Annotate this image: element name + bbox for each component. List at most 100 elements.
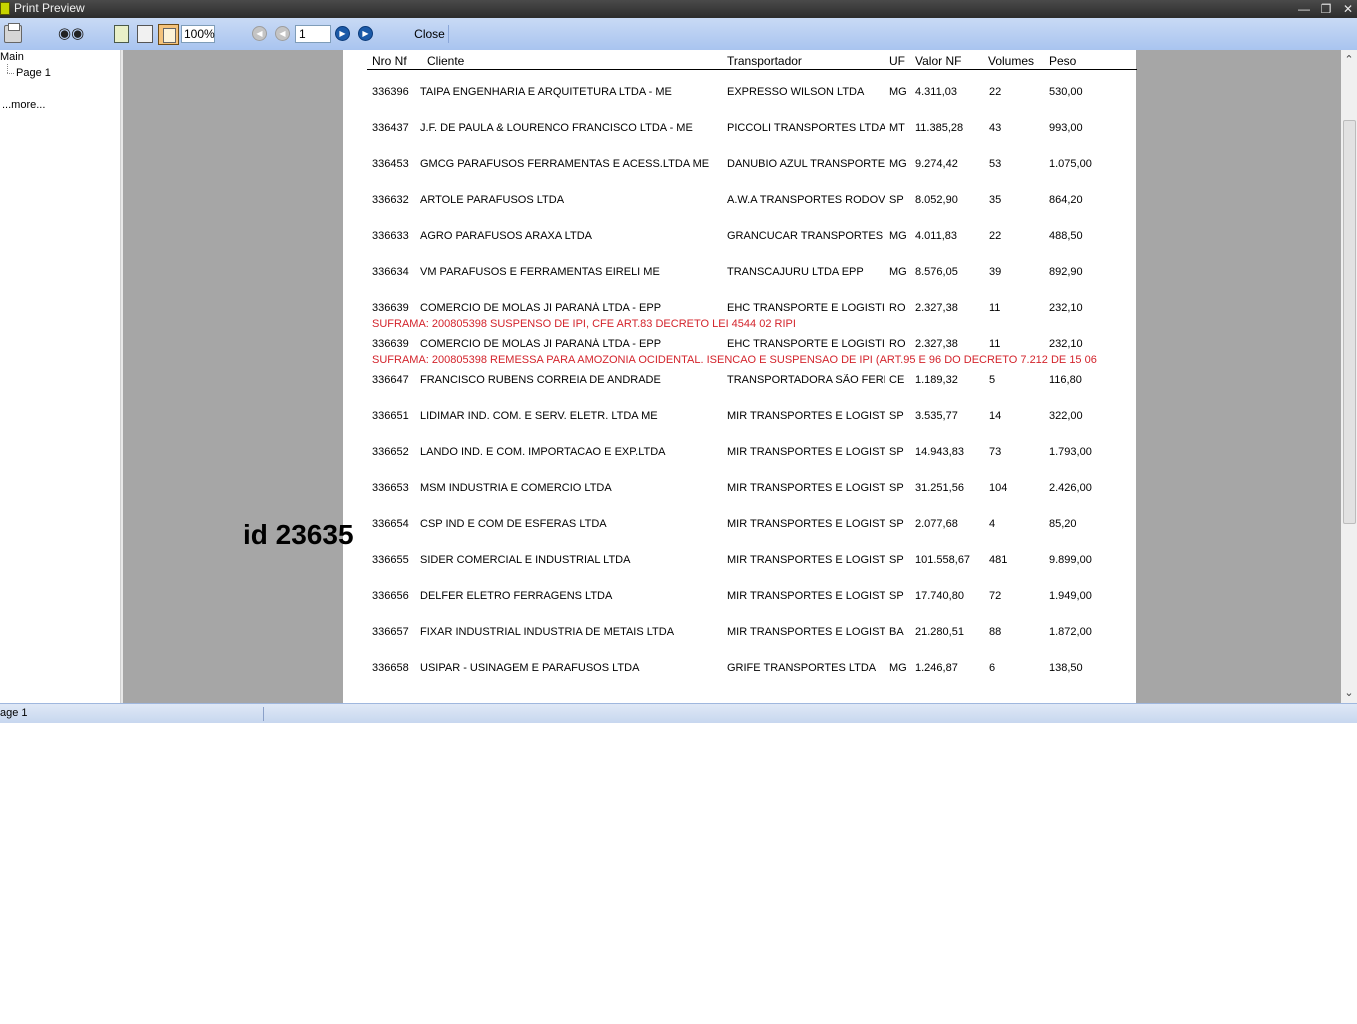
cell-vol: 104 bbox=[989, 482, 1008, 494]
cell-peso: 1.872,00 bbox=[1049, 626, 1092, 638]
scroll-thumb[interactable] bbox=[1343, 120, 1356, 524]
table-row: 336437 J.F. DE PAULA & LOURENCO FRANCISCO… bbox=[343, 122, 1136, 136]
table-row: 336396 TAIPA ENGENHARIA E ARQUITETURA LTD… bbox=[343, 86, 1136, 100]
cell-transp: MIR TRANSPORTES E LOGISTICA bbox=[727, 590, 885, 602]
cell-vol: 6 bbox=[989, 662, 996, 674]
header-uf: UF bbox=[889, 54, 905, 68]
cell-nf: 336396 bbox=[372, 86, 409, 98]
header-volumes: Volumes bbox=[988, 54, 1035, 68]
toolbar: ◉◉ 100% ◀ ◀ 1 ▶ ▶ Close bbox=[0, 18, 1357, 51]
cell-vol: 4 bbox=[989, 518, 996, 530]
cell-nf: 336634 bbox=[372, 266, 409, 278]
cell-valor: 21.280,51 bbox=[915, 626, 964, 638]
cell-uf: MG bbox=[889, 86, 907, 98]
first-page-icon[interactable]: ◀ bbox=[252, 26, 267, 41]
cell-vol: 39 bbox=[989, 266, 1002, 278]
cell-uf: RO bbox=[889, 302, 906, 314]
cell-peso: 892,90 bbox=[1049, 266, 1083, 278]
scroll-down-icon[interactable]: ⌄ bbox=[1341, 685, 1357, 701]
table-row: 336634 VM PARAFUSOS E FERRAMENTAS EIRELI … bbox=[343, 266, 1136, 280]
cell-transp: MIR TRANSPORTES E LOGISTICA bbox=[727, 482, 885, 494]
cell-nf: 336437 bbox=[372, 122, 409, 134]
cell-peso: 1.793,00 bbox=[1049, 446, 1092, 458]
cell-nf: 336639 bbox=[372, 338, 409, 350]
cell-valor: 11.385,28 bbox=[915, 122, 964, 134]
cell-nf: 336655 bbox=[372, 554, 409, 566]
last-page-icon[interactable]: ▶ bbox=[358, 26, 373, 41]
table-row: 336633 AGRO PARAFUSOS ARAXA LTDA GRANCUCAR… bbox=[343, 230, 1136, 244]
cell-valor: 1.246,87 bbox=[915, 662, 958, 674]
cell-uf: MT bbox=[889, 122, 905, 134]
cell-transp: MIR TRANSPORTES E LOGISTICA bbox=[727, 410, 885, 422]
next-page-icon[interactable]: ▶ bbox=[335, 26, 350, 41]
tree-line bbox=[7, 73, 14, 74]
cell-peso: 232,10 bbox=[1049, 338, 1083, 350]
cell-valor: 1.189,32 bbox=[915, 374, 958, 386]
tree-node-main[interactable]: Main bbox=[0, 51, 24, 63]
table-row: 336655 SIDER COMERCIAL E INDUSTRIAL LTDA M… bbox=[343, 554, 1136, 568]
restore-icon[interactable]: ❐ bbox=[1316, 0, 1336, 18]
cell-transp: MIR TRANSPORTES E LOGISTICA bbox=[727, 626, 885, 638]
cell-nf: 336453 bbox=[372, 158, 409, 170]
cell-vol: 43 bbox=[989, 122, 1002, 134]
zoom-input[interactable]: 100% bbox=[181, 25, 215, 43]
table-row: 336639 COMERCIO DE MOLAS JI PARANÁ LTDA -… bbox=[343, 338, 1136, 352]
page-width-icon[interactable] bbox=[137, 25, 153, 43]
scroll-up-icon[interactable]: ⌃ bbox=[1341, 52, 1357, 68]
cell-valor: 8.576,05 bbox=[915, 266, 958, 278]
header-transportador: Transportador bbox=[727, 54, 802, 68]
cell-valor: 2.327,38 bbox=[915, 338, 958, 350]
table-row: 336653 MSM INDUSTRIA E COMERCIO LTDA MIR T… bbox=[343, 482, 1136, 496]
cell-transp: TRANSPORTADORA SÃO FERN/ bbox=[727, 374, 885, 386]
cell-valor: 2.327,38 bbox=[915, 302, 958, 314]
cell-vol: 73 bbox=[989, 446, 1002, 458]
table-row: 336654 CSP IND E COM DE ESFERAS LTDA MIR T… bbox=[343, 518, 1136, 532]
cell-peso: 1.949,00 bbox=[1049, 590, 1092, 602]
cell-peso: 322,00 bbox=[1049, 410, 1083, 422]
cell-peso: 9.899,00 bbox=[1049, 554, 1092, 566]
cell-transp: PICCOLI TRANSPORTES LTDA bbox=[727, 122, 885, 134]
minimize-icon[interactable]: — bbox=[1294, 0, 1314, 18]
tree-node-more[interactable]: ...more... bbox=[2, 99, 45, 111]
table-row: 336647 FRANCISCO RUBENS CORREIA DE ANDRAD… bbox=[343, 374, 1136, 388]
cell-peso: 2.426,00 bbox=[1049, 482, 1092, 494]
close-icon[interactable]: ✕ bbox=[1338, 0, 1357, 18]
cell-nf: 336658 bbox=[372, 662, 409, 674]
cell-vol: 5 bbox=[989, 374, 996, 386]
cell-peso: 116,80 bbox=[1049, 374, 1082, 386]
suframa-note: SUFRAMA: 200805398 SUSPENSO DE IPI, CFE … bbox=[372, 318, 796, 330]
cell-peso: 488,50 bbox=[1049, 230, 1083, 242]
close-button[interactable]: Close bbox=[411, 25, 449, 43]
previous-page-icon[interactable]: ◀ bbox=[275, 26, 290, 41]
binoculars-icon[interactable]: ◉◉ bbox=[58, 25, 84, 43]
cell-cliente: COMERCIO DE MOLAS JI PARANÁ LTDA - EPP bbox=[420, 302, 662, 314]
title-bar: Print Preview — ❐ ✕ bbox=[0, 0, 1357, 18]
tree-node-page-1[interactable]: Page 1 bbox=[16, 67, 51, 79]
tree-line bbox=[7, 64, 8, 73]
cell-nf: 336639 bbox=[372, 302, 409, 314]
cell-cliente: TAIPA ENGENHARIA E ARQUITETURA LTDA - ME bbox=[420, 86, 672, 98]
single-page-icon[interactable] bbox=[114, 25, 129, 43]
cell-transp: GRIFE TRANSPORTES LTDA bbox=[727, 662, 877, 674]
whole-page-icon[interactable] bbox=[158, 24, 179, 45]
table-row: 336657 FIXAR INDUSTRIAL INDUSTRIA DE META… bbox=[343, 626, 1136, 640]
cell-nf: 336657 bbox=[372, 626, 409, 638]
cell-vol: 22 bbox=[989, 230, 1002, 242]
table-row: 336652 LANDO IND. E COM. IMPORTACAO E EXP… bbox=[343, 446, 1136, 460]
cell-transp: EHC TRANSPORTE E LOGISTICA bbox=[727, 302, 885, 314]
cell-valor: 9.274,42 bbox=[915, 158, 958, 170]
vertical-scrollbar[interactable]: ⌃ ⌄ bbox=[1341, 50, 1357, 703]
status-bar: age 1 bbox=[0, 703, 1357, 723]
cell-transp: DANUBIO AZUL TRANSPORTES bbox=[727, 158, 885, 170]
page-number-input[interactable]: 1 bbox=[295, 25, 331, 43]
cell-nf: 336653 bbox=[372, 482, 409, 494]
status-page: age 1 bbox=[0, 707, 28, 719]
print-icon[interactable] bbox=[4, 23, 22, 43]
cell-cliente: LIDIMAR IND. COM. E SERV. ELETR. LTDA ME bbox=[420, 410, 658, 422]
cell-cliente: MSM INDUSTRIA E COMERCIO LTDA bbox=[420, 482, 612, 494]
outline-tree: Main Page 1 ...more... bbox=[0, 50, 120, 703]
cell-valor: 14.943,83 bbox=[915, 446, 964, 458]
cell-transp: MIR TRANSPORTES E LOGISTICA bbox=[727, 446, 885, 458]
cell-vol: 72 bbox=[989, 590, 1002, 602]
table-row: 336651 LIDIMAR IND. COM. E SERV. ELETR. L… bbox=[343, 410, 1136, 424]
